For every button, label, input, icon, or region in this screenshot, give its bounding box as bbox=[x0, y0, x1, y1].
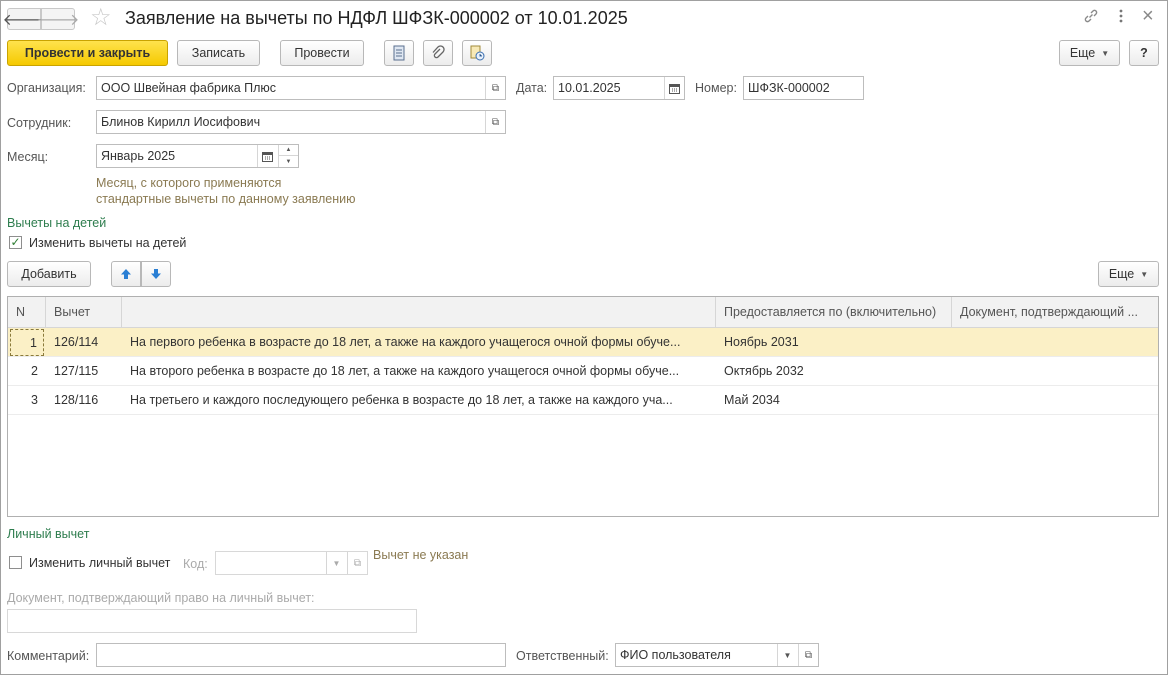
number-value: ШФЗК-000002 bbox=[748, 81, 830, 95]
employee-field[interactable]: Блинов Кирилл Иосифович ⧉ bbox=[96, 110, 506, 134]
personal-section-title: Личный вычет bbox=[7, 527, 90, 541]
vertical-dots-icon[interactable] bbox=[1118, 8, 1124, 30]
more-button-label: Еще bbox=[1069, 46, 1096, 60]
open-icon[interactable]: ⧉ bbox=[347, 552, 367, 574]
date-value: 10.01.2025 bbox=[558, 81, 621, 95]
close-icon[interactable]: × bbox=[1142, 6, 1154, 26]
table-row[interactable]: 3 128/116 На третьего и каждого последую… bbox=[8, 386, 1158, 415]
responsible-value: ФИО пользователя bbox=[620, 648, 731, 662]
open-icon[interactable]: ⧉ bbox=[798, 644, 818, 666]
number-field[interactable]: ШФЗК-000002 bbox=[743, 76, 864, 100]
month-field[interactable]: Январь 2025 ▲ ▼ bbox=[96, 144, 299, 168]
children-section-title: Вычеты на детей bbox=[7, 216, 107, 230]
calendar-icon[interactable] bbox=[664, 77, 684, 99]
column-header-document[interactable]: Документ, подтверждающий ... bbox=[952, 297, 1158, 328]
link-icon[interactable] bbox=[1083, 8, 1099, 30]
row-code: 126/114 bbox=[54, 335, 99, 349]
row-description: На третьего и каждого последующего ребен… bbox=[130, 393, 673, 407]
page-title: Заявление на вычеты по НДФЛ ШФЗК-000002 … bbox=[125, 8, 628, 28]
row-code: 127/115 bbox=[54, 364, 99, 378]
chevron-down-icon: ▼ bbox=[1140, 269, 1149, 279]
month-hint: Месяц, с которого применяются стандартны… bbox=[96, 175, 355, 207]
move-down-button[interactable] bbox=[141, 261, 171, 287]
document-clock-icon bbox=[470, 45, 485, 61]
organization-label: Организация: bbox=[7, 81, 86, 95]
calendar-icon[interactable] bbox=[257, 145, 277, 167]
row-description: На второго ребенка в возрасте до 18 лет,… bbox=[130, 364, 680, 378]
row-description: На первого ребенка в возрасте до 18 лет,… bbox=[130, 335, 681, 349]
row-number: 3 bbox=[31, 393, 38, 407]
month-value: Январь 2025 bbox=[101, 149, 176, 163]
row-until: Октябрь 2032 bbox=[724, 364, 804, 378]
code-field[interactable]: ▼ ⧉ bbox=[215, 551, 368, 575]
change-personal-label: Изменить личный вычет bbox=[29, 556, 171, 570]
table-more-label: Еще bbox=[1108, 267, 1135, 281]
responsible-field[interactable]: ФИО пользователя ▼ ⧉ bbox=[615, 643, 819, 667]
table-row[interactable]: 2 127/115 На второго ребенка в возрасте … bbox=[8, 357, 1158, 386]
month-hint-line2: стандартные вычеты по данному заявлению bbox=[96, 192, 356, 206]
move-up-button[interactable] bbox=[111, 261, 141, 287]
history-button[interactable] bbox=[462, 40, 492, 66]
post-button[interactable]: Провести bbox=[280, 40, 364, 66]
attach-button[interactable] bbox=[423, 40, 453, 66]
personal-status-text: Вычет не указан bbox=[373, 548, 469, 562]
date-label: Дата: bbox=[516, 81, 548, 95]
comment-field[interactable] bbox=[96, 643, 506, 667]
row-document bbox=[952, 328, 1158, 357]
table-row[interactable]: 1 126/114 На первого ребенка в возрасте … bbox=[8, 328, 1158, 357]
chevron-down-icon[interactable]: ▼ bbox=[326, 552, 346, 574]
spin-up-icon[interactable]: ▲ bbox=[278, 145, 298, 156]
row-until: Май 2034 bbox=[724, 393, 780, 407]
paperclip-icon bbox=[432, 45, 445, 59]
forward-button[interactable]: 🡒 bbox=[37, 8, 79, 30]
column-header-description[interactable] bbox=[122, 297, 716, 328]
row-document bbox=[952, 357, 1158, 386]
row-number: 1 bbox=[10, 329, 44, 356]
document-window: 🡐 🡒 ☆ Заявление на вычеты по НДФЛ ШФЗК-0… bbox=[0, 0, 1168, 675]
column-header-until[interactable]: Предоставляется по (включительно) bbox=[716, 297, 952, 328]
row-until: Ноябрь 2031 bbox=[724, 335, 799, 349]
chevron-down-icon: ▼ bbox=[1101, 48, 1110, 58]
open-icon[interactable]: ⧉ bbox=[485, 111, 505, 133]
add-button[interactable]: Добавить bbox=[7, 261, 91, 287]
star-icon[interactable]: ☆ bbox=[90, 4, 112, 32]
date-field[interactable]: 10.01.2025 bbox=[553, 76, 685, 100]
arrow-down-icon bbox=[151, 269, 161, 279]
post-and-close-button[interactable]: Провести и закрыть bbox=[7, 40, 168, 66]
personal-document-label: Документ, подтверждающий право на личный… bbox=[7, 591, 315, 605]
change-children-checkbox[interactable]: ✓ bbox=[9, 236, 22, 249]
more-button[interactable]: Еще ▼ bbox=[1059, 40, 1120, 66]
personal-document-field[interactable] bbox=[7, 609, 417, 633]
table-more-button[interactable]: Еще ▼ bbox=[1098, 261, 1159, 287]
row-code: 128/116 bbox=[54, 393, 99, 407]
code-label: Код: bbox=[183, 557, 208, 571]
employee-label: Сотрудник: bbox=[7, 116, 72, 130]
month-label: Месяц: bbox=[7, 150, 49, 164]
organization-field[interactable]: ООО Швейная фабрика Плюс ⧉ bbox=[96, 76, 506, 100]
column-header-n[interactable]: N bbox=[8, 297, 46, 328]
change-personal-checkbox[interactable] bbox=[9, 556, 22, 569]
help-button[interactable]: ? bbox=[1129, 40, 1159, 66]
arrow-up-icon bbox=[121, 269, 131, 279]
employee-value: Блинов Кирилл Иосифович bbox=[101, 115, 261, 129]
arrow-right-icon: 🡒 bbox=[36, 11, 80, 29]
children-table: N Вычет Предоставляется по (включительно… bbox=[7, 296, 1159, 517]
table-header: N Вычет Предоставляется по (включительно… bbox=[8, 297, 1158, 328]
chevron-down-icon[interactable]: ▼ bbox=[777, 644, 797, 666]
save-button[interactable]: Записать bbox=[177, 40, 260, 66]
organization-value: ООО Швейная фабрика Плюс bbox=[101, 81, 277, 95]
responsible-label: Ответственный: bbox=[516, 649, 609, 663]
document-list-icon bbox=[393, 45, 405, 61]
spin-down-icon[interactable]: ▼ bbox=[278, 156, 298, 167]
comment-label: Комментарий: bbox=[7, 649, 90, 663]
month-hint-line1: Месяц, с которого применяются bbox=[96, 176, 282, 190]
number-label: Номер: bbox=[695, 81, 737, 95]
report-button[interactable] bbox=[384, 40, 414, 66]
row-number: 2 bbox=[31, 364, 38, 378]
change-children-label: Изменить вычеты на детей bbox=[29, 236, 187, 250]
row-document bbox=[952, 386, 1158, 415]
column-header-code[interactable]: Вычет bbox=[46, 297, 122, 328]
open-icon[interactable]: ⧉ bbox=[485, 77, 505, 99]
